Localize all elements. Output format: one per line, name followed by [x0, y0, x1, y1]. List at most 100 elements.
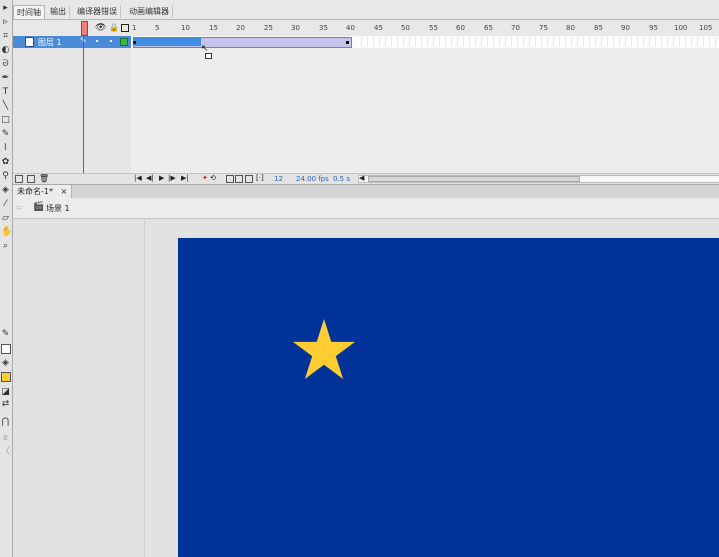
stage[interactable] — [178, 238, 719, 557]
3d-rotation-tool-icon[interactable]: ◐ — [1, 46, 10, 55]
frame-number: 50 — [401, 24, 410, 32]
current-frame-readout[interactable]: 12 — [274, 175, 283, 183]
layer-name[interactable]: 图层 1 — [38, 37, 62, 48]
layer-frames[interactable] — [131, 36, 719, 48]
frame-number: 55 — [429, 24, 438, 32]
frame-number: 25 — [264, 24, 273, 32]
outline-all-icon[interactable] — [121, 24, 129, 32]
pasteboard — [13, 219, 719, 557]
document-tab-bar: 未命名-1* × — [13, 184, 719, 199]
pencil-tool-icon[interactable]: ✎ — [1, 130, 10, 139]
loop-icon[interactable]: ⟲ — [210, 174, 216, 182]
frame-number: 105 — [699, 24, 713, 32]
frame-rate-readout[interactable]: 24.00 fps — [296, 175, 329, 183]
tab-compiler-errors[interactable]: 编译器错误 — [74, 5, 121, 18]
rectangle-tool-icon[interactable]: □ — [1, 116, 10, 125]
go-to-first-frame-icon[interactable]: |◀ — [134, 174, 142, 182]
swap-colors-icon[interactable]: ⇄ — [1, 400, 10, 409]
scene-label[interactable]: 场景 1 — [46, 203, 70, 214]
go-to-last-frame-icon[interactable]: ▶| — [181, 174, 189, 182]
frame-ruler[interactable]: 1 5 10 15 20 25 30 35 40 45 50 55 60 65 … — [131, 20, 719, 37]
playhead-handle[interactable] — [81, 21, 88, 36]
guide-line — [144, 219, 145, 557]
snap-magnet-icon[interactable]: ⋂ — [1, 418, 10, 427]
hand-tool-icon[interactable]: ✋ — [1, 228, 12, 237]
eraser-tool-icon[interactable]: ▱ — [1, 214, 10, 223]
document-tab[interactable]: 未命名-1* × — [13, 185, 73, 198]
deco-tool-icon[interactable]: ✿ — [1, 158, 10, 167]
frame-number: 15 — [209, 24, 218, 32]
tab-motion-editor[interactable]: 动画编辑器 — [126, 5, 173, 18]
zoom-tool-icon[interactable]: ⌕ — [1, 242, 10, 251]
subselection-tool-icon[interactable]: ▹ — [1, 18, 10, 27]
step-forward-icon[interactable]: |▶ — [168, 174, 176, 182]
text-tool-icon[interactable]: T — [1, 88, 10, 97]
straighten-icon: 〈 — [1, 447, 11, 457]
new-folder-icon[interactable] — [27, 175, 35, 183]
frame-number: 60 — [456, 24, 465, 32]
frame-number: 100 — [674, 24, 688, 32]
free-transform-tool-icon[interactable]: ⌗ — [1, 32, 10, 41]
frame-number: 70 — [511, 24, 520, 32]
eyedropper-tool-icon[interactable]: ⁄ — [1, 200, 10, 209]
frame-number: 90 — [621, 24, 630, 32]
fill-color-swatch[interactable] — [1, 372, 11, 382]
frame-number: 1 — [132, 24, 137, 32]
frame-number: 5 — [155, 24, 160, 32]
selected-frames[interactable] — [133, 37, 201, 46]
frame-number: 30 — [291, 24, 300, 32]
new-layer-icon[interactable] — [15, 175, 23, 183]
document-tab-title: 未命名-1* — [17, 187, 53, 196]
modify-markers-icon[interactable]: [·] — [256, 174, 264, 182]
step-back-icon[interactable]: ◀| — [146, 174, 154, 182]
pen-tool-icon[interactable]: ✒ — [1, 74, 10, 83]
outline-color-icon[interactable] — [120, 38, 128, 46]
empty-frame-cells[interactable] — [356, 37, 718, 46]
layer-type-icon — [25, 37, 34, 47]
back-arrow-icon[interactable]: ⇦ — [16, 203, 23, 212]
delete-layer-icon[interactable]: 🗑 — [39, 174, 49, 183]
edit-bar: ⇦ 🎬 场景 1 — [13, 198, 719, 219]
onion-skin-outlines-icon[interactable] — [235, 175, 243, 183]
frame-number: 65 — [484, 24, 493, 32]
frame-number: 80 — [566, 24, 575, 32]
timeline-panel: 时间轴 输出 编译器错误 动画编辑器 👁 🔒 1 5 10 15 20 25 3… — [13, 0, 719, 185]
center-frame-icon[interactable]: ✦ — [202, 174, 208, 182]
brush-tool-icon[interactable]: ⌇ — [1, 144, 10, 153]
close-tab-icon[interactable]: × — [61, 187, 68, 196]
tab-output[interactable]: 输出 — [47, 5, 70, 18]
tab-timeline[interactable]: 时间轴 — [13, 5, 45, 19]
line-tool-icon[interactable]: ╲ — [1, 102, 10, 111]
lock-dot-icon[interactable] — [110, 40, 112, 42]
frame-number: 10 — [181, 24, 190, 32]
visibility-dot-icon[interactable] — [96, 40, 98, 42]
edit-multiple-frames-icon[interactable] — [245, 175, 253, 183]
keyframe-end-marker[interactable] — [346, 41, 349, 44]
star-shape[interactable] — [293, 319, 355, 379]
frame-number: 95 — [649, 24, 658, 32]
layer-row[interactable]: 图层 1 ✎ — [13, 36, 131, 48]
frame-number: 35 — [319, 24, 328, 32]
frames-area[interactable] — [131, 48, 719, 173]
scroll-left-icon[interactable]: ◀ — [359, 174, 364, 182]
layer-list-area — [13, 48, 132, 173]
stroke-color-swatch[interactable] — [1, 344, 11, 354]
frame-number: 20 — [236, 24, 245, 32]
lasso-tool-icon[interactable]: ᘐ — [1, 60, 10, 69]
play-icon[interactable]: ▶ — [159, 174, 164, 182]
bone-tool-icon[interactable]: ⚲ — [1, 172, 10, 181]
lock-all-icon[interactable]: 🔒 — [109, 23, 119, 32]
keyframe-start-dot[interactable] — [133, 41, 136, 44]
tools-panel: ▸ ▹ ⌗ ◐ ᘐ ✒ T ╲ □ ✎ ⌇ ✿ ⚲ ◈ ⁄ ▱ ✋ ⌕ ✎ ◈ … — [0, 0, 13, 557]
smooth-icon: ƨ — [3, 433, 8, 443]
scene-clapper-icon: 🎬 — [33, 202, 45, 212]
black-white-icon[interactable]: ◪ — [1, 388, 10, 397]
show-hide-all-eye-icon[interactable]: 👁 — [95, 23, 106, 33]
onion-skin-icon[interactable] — [226, 175, 234, 183]
timeline-scroll-thumb[interactable] — [368, 176, 580, 182]
playhead-line — [83, 35, 84, 175]
fill-bucket-icon: ◈ — [2, 358, 9, 368]
paint-bucket-tool-icon[interactable]: ◈ — [1, 186, 10, 195]
selection-tool-icon[interactable]: ▸ — [1, 4, 10, 13]
stroke-pencil-icon: ✎ — [1, 329, 10, 339]
